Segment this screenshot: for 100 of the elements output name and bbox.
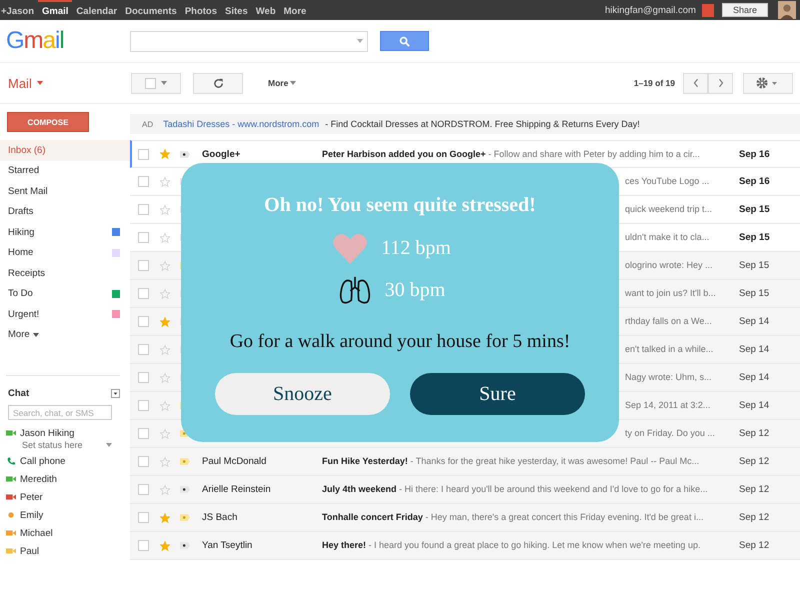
chat-contact[interactable]: Michael [20,528,53,538]
breathing-rate: 30 bpm [384,278,446,302]
star-icon[interactable] [160,288,170,298]
row-checkbox[interactable] [138,344,149,355]
row-checkbox[interactable] [138,288,149,299]
nav-item[interactable]: Drafts [0,202,130,222]
email-row[interactable]: Arielle Reinstein July 4th weekend - Hi there: I heard you'll be around this weekend and I'd love to go for a hike... Sep 12 [130,476,800,504]
star-icon[interactable] [160,400,170,410]
row-checkbox[interactable] [138,484,149,495]
star-icon[interactable] [160,204,170,214]
nav-item[interactable]: Home [0,242,130,263]
search-button[interactable] [380,31,429,51]
row-checkbox[interactable] [138,372,149,383]
nav-item[interactable]: Receipts [0,263,130,284]
mail-menu[interactable]: Mail [8,76,32,90]
ad-link[interactable]: Tadashi Dresses - www.nordstrom.com [163,119,320,129]
dropdown-icon[interactable] [111,389,120,398]
refresh-button[interactable] [193,72,243,94]
row-checkbox[interactable] [138,316,149,327]
previous-page-button[interactable] [683,72,708,94]
email-snippet: want to join us? It'll b... [625,288,716,298]
caret-icon[interactable] [32,332,39,337]
importance-marker-icon[interactable] [180,458,190,465]
row-checkbox[interactable] [138,232,149,243]
nav-item[interactable]: To Do [0,284,130,304]
more-link[interactable]: More [8,329,30,340]
dropdown-caret-icon[interactable] [357,38,363,42]
top-bar-link[interactable]: More [280,0,310,20]
nav-item[interactable]: Starred [0,160,130,181]
caret-icon[interactable] [36,81,43,85]
star-icon[interactable] [160,232,170,242]
star-icon[interactable] [160,149,170,159]
settings-button[interactable] [743,72,793,94]
notification-icon[interactable] [702,4,714,16]
row-checkbox[interactable] [138,456,149,467]
snooze-button[interactable]: Snooze [215,373,390,415]
star-icon[interactable] [160,484,170,494]
email-date: Sep 12 [738,540,770,551]
importance-marker-icon[interactable] [180,486,190,493]
chat-contact[interactable]: Meredith [20,474,57,484]
row-checkbox[interactable] [138,176,149,187]
top-bar-link[interactable]: Calendar [72,0,122,20]
avatar-icon[interactable] [778,1,796,19]
top-bar-link[interactable]: Sites [221,0,252,20]
nav-item[interactable]: Inbox (6) [0,140,130,160]
select-checkbox-dropdown[interactable] [131,72,181,94]
chat-contact[interactable]: Peter [20,492,43,502]
row-checkbox[interactable] [138,428,149,439]
star-icon[interactable] [160,316,170,326]
gmail-logo[interactable]: Gmail [0,27,130,55]
star-icon[interactable] [160,344,170,354]
compose-button[interactable]: COMPOSE [7,112,89,132]
email-sender: Yan Tseytlin [202,540,254,551]
next-page-button[interactable] [708,72,733,94]
star-icon[interactable] [160,176,170,186]
email-row[interactable]: Paul McDonald Fun Hike Yesterday! - Thanks for the great hike yesterday, it was awesome! Paul -- Paul Mc... Sep 12 [130,448,800,476]
more-menu[interactable]: More [268,78,288,88]
row-checkbox[interactable] [138,512,149,523]
importance-marker-icon[interactable] [180,542,190,549]
row-checkbox[interactable] [138,260,149,271]
status-text[interactable]: Set status here [22,440,83,450]
share-button[interactable]: Share [722,3,768,17]
email-snippet: ty on Friday. Do you ... [625,428,715,438]
importance-marker-icon[interactable] [180,150,190,158]
confirm-button[interactable]: Sure [410,373,585,415]
top-bar-link[interactable]: Photos [180,0,222,20]
nav-item[interactable]: Urgent! [0,304,130,324]
star-icon[interactable] [160,372,170,382]
top-bar-link[interactable]: Documents [121,0,181,20]
caret-icon[interactable] [290,81,296,85]
nav-item[interactable]: Hiking [0,222,130,242]
chat-search-field[interactable]: Search, chat, or SMS [8,405,112,420]
search-field[interactable] [130,30,368,52]
row-checkbox[interactable] [138,148,149,160]
top-bar-link[interactable]: Web [252,0,280,20]
account-email[interactable]: hikingfan@gmail.com [605,4,696,16]
chat-contact[interactable]: Paul [20,546,40,556]
email-row[interactable]: JS Bach Tonhalle concert Friday - Hey man, there's a great concert this Friday evening. It'd be great i... Sep 12 [130,504,800,532]
email-row[interactable]: Yan Tseytlin Hey there! - I heard you found a great place to go hiking. Let me know when we're meeting up. Sep 12 [130,532,800,560]
email-subject-snippet: July 4th weekend - Hi there: I heard you'll be around this weekend and I'd love to go for a hike... [322,484,708,494]
email-sender: Paul McDonald [202,456,268,467]
star-icon[interactable] [160,428,170,438]
nav-item[interactable]: Sent Mail [0,181,130,202]
email-date: Sep 14 [738,344,770,355]
chat-user-name[interactable]: Jason Hiking [20,428,74,438]
email-date: Sep 12 [738,484,770,495]
top-bar-link[interactable]: +Jason [0,0,38,20]
row-checkbox[interactable] [138,540,149,551]
star-icon[interactable] [160,512,170,522]
importance-marker-icon[interactable] [180,514,190,521]
star-icon[interactable] [160,456,170,466]
row-checkbox[interactable] [138,400,149,411]
email-subject-snippet: Peter Harbison added you on Google+ - Follow and share with Peter by adding him to a cir... [322,148,700,158]
star-icon[interactable] [160,540,170,550]
chat-contact[interactable]: Call phone [20,456,66,466]
chat-contact[interactable]: Emily [20,510,44,520]
email-subject-snippet: Hey there! - I heard you found a great place to go hiking. Let me know when we're meeting up. [322,540,700,550]
row-checkbox[interactable] [138,204,149,215]
star-icon[interactable] [160,260,170,270]
email-snippet: en't talked in a while... [625,344,714,354]
